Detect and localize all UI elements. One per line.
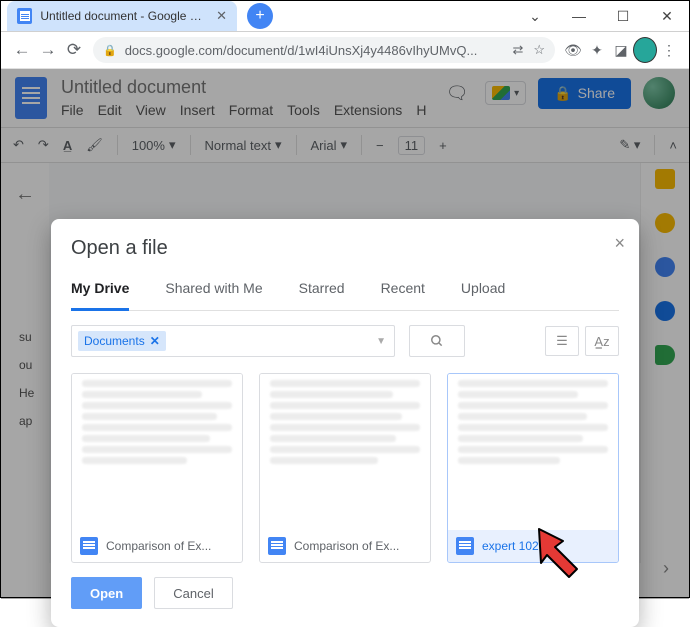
maximize-icon[interactable]: ☐ (601, 1, 645, 31)
cancel-button[interactable]: Cancel (154, 577, 232, 609)
file-name: Comparison of Ex... (106, 539, 211, 553)
file-name: Comparison of Ex... (294, 539, 399, 553)
file-card[interactable]: Comparison of Ex... (71, 373, 243, 563)
file-card[interactable]: Comparison of Ex... (259, 373, 431, 563)
docs-favicon (17, 8, 32, 24)
extension-icons: 👁 ✦ ◪ ⋮ (561, 38, 681, 62)
new-tab-button[interactable]: + (247, 3, 273, 29)
translate-icon[interactable]: ⇄ (512, 42, 523, 58)
minimize-icon[interactable]: — (557, 1, 601, 31)
tab-shared[interactable]: Shared with Me (165, 280, 262, 310)
docs-app: Untitled document File Edit View Insert … (1, 69, 689, 599)
chevron-down-icon[interactable]: ▼ (376, 336, 386, 347)
filter-field[interactable]: Documents ✕ ▼ (71, 325, 395, 357)
close-tab-icon[interactable]: ✕ (216, 8, 227, 24)
list-view-button[interactable]: ☰ (545, 326, 579, 356)
star-icon[interactable]: ☆ (533, 42, 545, 58)
back-button[interactable]: ← (9, 37, 35, 63)
doc-icon (456, 537, 474, 555)
close-window-icon[interactable]: ✕ (645, 1, 689, 31)
address-bar[interactable]: 🔒 docs.google.com/document/d/1wI4iUnsXj4… (93, 37, 555, 63)
tab-my-drive[interactable]: My Drive (71, 280, 129, 311)
extensions-icon[interactable]: ✦ (585, 38, 609, 62)
search-button[interactable] (409, 325, 465, 357)
tab-title: Untitled document - Google Do... (40, 9, 208, 23)
tab-recent[interactable]: Recent (381, 280, 425, 310)
caret-down-icon[interactable]: ⌄ (513, 1, 557, 31)
close-dialog-icon[interactable]: × (614, 233, 625, 254)
lock-icon: 🔒 (103, 44, 117, 57)
window-titlebar: Untitled document - Google Do... ✕ + ⌄ —… (1, 1, 689, 32)
ext-box-icon[interactable]: ◪ (609, 38, 633, 62)
filter-row: Documents ✕ ▼ ☰ A͇z (71, 325, 619, 357)
remove-chip-icon[interactable]: ✕ (150, 334, 160, 348)
chrome-menu-icon[interactable]: ⋮ (657, 38, 681, 62)
search-icon (430, 334, 444, 348)
forward-button[interactable]: → (35, 37, 61, 63)
ext-eye-icon[interactable]: 👁 (561, 38, 585, 62)
reload-button[interactable]: ⟳ (61, 37, 87, 63)
tab-starred[interactable]: Starred (299, 280, 345, 310)
browser-tab[interactable]: Untitled document - Google Do... ✕ (7, 1, 237, 31)
window-controls: ⌄ — ☐ ✕ (513, 1, 689, 31)
sort-button[interactable]: A͇z (585, 326, 619, 356)
open-button[interactable]: Open (71, 577, 142, 609)
annotation-arrow (531, 521, 601, 591)
filter-chip[interactable]: Documents ✕ (78, 331, 166, 351)
dialog-title: Open a file (71, 237, 619, 260)
doc-icon (268, 537, 286, 555)
url-text: docs.google.com/document/d/1wI4iUnsXj4y4… (125, 43, 478, 58)
doc-icon (80, 537, 98, 555)
url-bar: ← → ⟳ 🔒 docs.google.com/document/d/1wI4i… (1, 32, 689, 68)
dialog-tabs: My Drive Shared with Me Starred Recent U… (71, 280, 619, 311)
tab-upload[interactable]: Upload (461, 280, 505, 310)
ext-avatar-icon[interactable] (633, 38, 657, 62)
